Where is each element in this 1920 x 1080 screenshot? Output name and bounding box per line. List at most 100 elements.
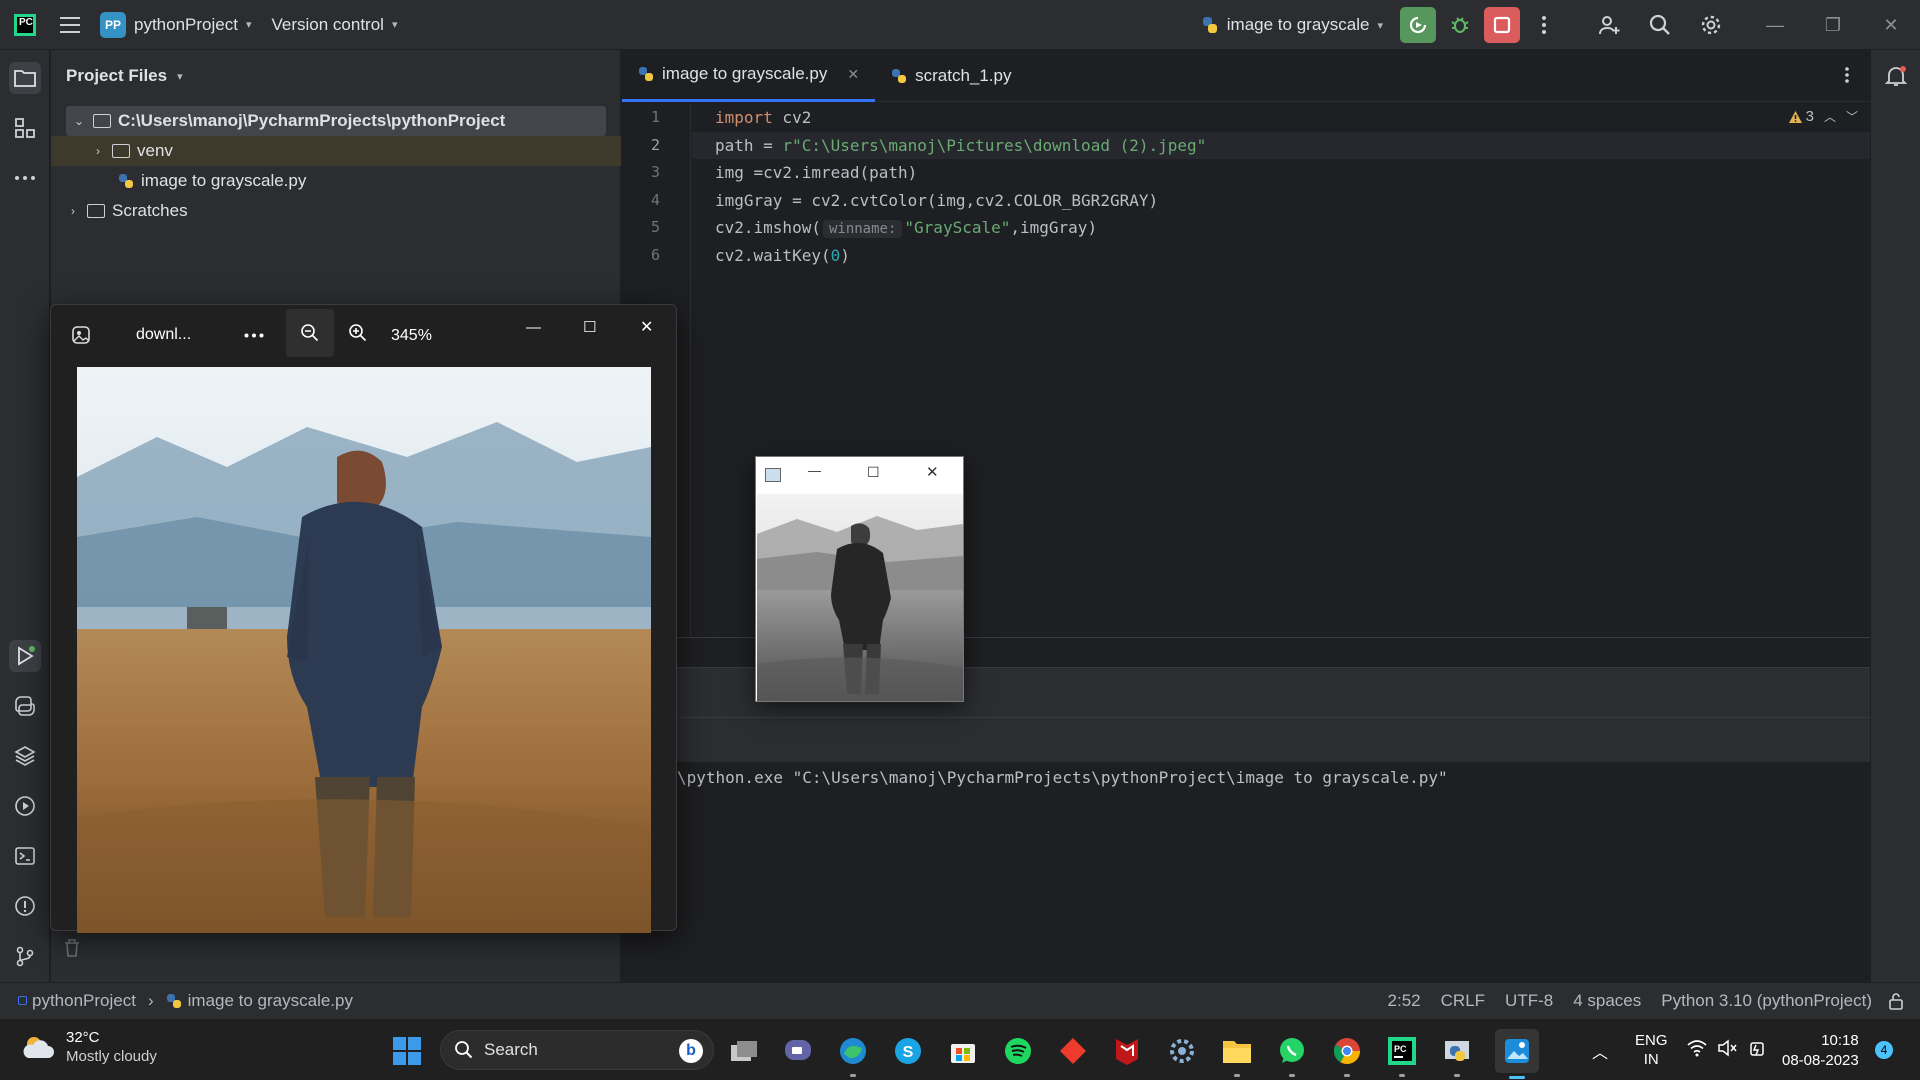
task-view-icon[interactable] bbox=[727, 1034, 761, 1068]
clock[interactable]: 10:18 08-08-2023 bbox=[1782, 1031, 1859, 1071]
code-area[interactable]: import cv2 path = r"C:\Users\manoj\Pictu… bbox=[692, 104, 1870, 269]
language-indicator[interactable]: ENG IN bbox=[1635, 1031, 1668, 1069]
python-file-icon bbox=[119, 174, 133, 188]
search-everywhere-button[interactable] bbox=[1642, 7, 1678, 43]
zoom-level[interactable]: 345% bbox=[391, 327, 432, 345]
breadcrumb-file[interactable]: image to grayscale.py bbox=[188, 991, 353, 1011]
opencv-minimize-button[interactable]: — bbox=[808, 463, 821, 478]
zoom-in-icon bbox=[349, 324, 367, 342]
tab-scratch[interactable]: scratch_1.py bbox=[875, 50, 1027, 102]
more-tools-button[interactable] bbox=[9, 162, 41, 194]
rerun-button[interactable] bbox=[1400, 7, 1436, 43]
tree-scratches-label: Scratches bbox=[112, 201, 188, 220]
run-tool-button[interactable] bbox=[9, 640, 41, 672]
minimize-button[interactable]: — bbox=[1746, 0, 1804, 50]
caret-position[interactable]: 2:52 bbox=[1378, 991, 1431, 1011]
version-control-menu[interactable]: Version control ▾ bbox=[261, 0, 407, 50]
photos-maximize-button[interactable]: ☐ bbox=[583, 318, 596, 336]
tree-file-label: image to grayscale.py bbox=[141, 171, 307, 190]
project-panel-header[interactable]: Project Files ▾ bbox=[51, 50, 620, 102]
zoom-in-button[interactable] bbox=[348, 323, 368, 343]
folder-icon bbox=[93, 114, 111, 128]
photos-taskbar-icon[interactable] bbox=[1495, 1029, 1539, 1079]
photos-more-button[interactable] bbox=[244, 333, 264, 338]
python-taskbar-icon[interactable] bbox=[1440, 1034, 1474, 1077]
problems-icon bbox=[15, 896, 35, 916]
opencv-grayscale-window: — ☐ ✕ bbox=[755, 456, 964, 702]
start-button[interactable] bbox=[390, 1034, 424, 1068]
tab-image-to-grayscale[interactable]: image to grayscale.py ✕ bbox=[622, 50, 876, 102]
anydesk-icon[interactable] bbox=[1056, 1034, 1090, 1068]
python-console-button[interactable] bbox=[9, 690, 41, 722]
trash-icon[interactable] bbox=[63, 938, 81, 958]
show-hidden-icons-button[interactable]: ︿ bbox=[1592, 1039, 1608, 1063]
zoom-out-button[interactable] bbox=[286, 309, 334, 357]
system-tray-quick-settings[interactable] bbox=[1687, 1039, 1767, 1057]
teams-chat-icon[interactable] bbox=[781, 1034, 815, 1068]
settings-button[interactable] bbox=[1693, 7, 1729, 43]
code-with-me-button[interactable] bbox=[1591, 7, 1627, 43]
debug-button[interactable] bbox=[1442, 7, 1478, 43]
services-button[interactable] bbox=[9, 790, 41, 822]
file-encoding[interactable]: UTF-8 bbox=[1495, 991, 1563, 1011]
chevron-up-icon[interactable]: ︿ bbox=[1824, 108, 1836, 125]
editor-more-button[interactable] bbox=[1844, 66, 1850, 84]
python-file-icon bbox=[892, 68, 907, 83]
notification-badge[interactable]: 4 bbox=[1875, 1041, 1893, 1059]
breadcrumb-project[interactable]: pythonProject bbox=[32, 991, 136, 1011]
taskbar-search[interactable]: Search b bbox=[440, 1030, 714, 1070]
chevron-right-icon: › bbox=[71, 204, 75, 218]
skype-icon[interactable]: S bbox=[891, 1034, 925, 1068]
gear-icon bbox=[1701, 15, 1721, 35]
file-explorer-icon[interactable] bbox=[1220, 1034, 1254, 1077]
opencv-app-icon bbox=[765, 468, 781, 482]
tree-row-root[interactable]: ⌄ C:\Users\manoj\PycharmProjects\pythonP… bbox=[66, 106, 606, 136]
parameter-hint: winname: bbox=[822, 220, 903, 238]
python-interpreter[interactable]: Python 3.10 (pythonProject) bbox=[1651, 991, 1882, 1011]
run-icon bbox=[18, 646, 35, 666]
project-tool-button[interactable] bbox=[9, 62, 41, 94]
more-actions-button[interactable] bbox=[1526, 7, 1562, 43]
python-icon bbox=[1202, 17, 1217, 33]
close-tab-icon[interactable]: ✕ bbox=[847, 66, 859, 83]
code-line-2: path = r"C:\Users\manoj\Pictures\downloa… bbox=[692, 131, 1870, 159]
run-config-selector[interactable]: image to grayscale ▾ bbox=[1191, 0, 1393, 50]
weather-widget[interactable]: 32°C Mostly cloudy bbox=[20, 1029, 157, 1065]
edge-icon[interactable] bbox=[836, 1034, 870, 1077]
python-packages-button[interactable] bbox=[9, 740, 41, 772]
line-number: 5 bbox=[650, 218, 660, 236]
run-console[interactable]: \python.exe "C:\Users\manoj\PycharmProje… bbox=[622, 762, 1870, 982]
tree-row-venv[interactable]: › venv bbox=[51, 136, 621, 166]
photos-minimize-button[interactable]: — bbox=[526, 319, 541, 336]
tree-row-file[interactable]: image to grayscale.py bbox=[118, 166, 306, 196]
region-code: IN bbox=[1643, 1051, 1659, 1068]
opencv-close-button[interactable]: ✕ bbox=[926, 463, 939, 481]
project-selector[interactable]: PP pythonProject ▾ bbox=[90, 0, 261, 50]
lock-icon[interactable] bbox=[1882, 992, 1920, 1010]
pycharm-taskbar-icon[interactable]: PC bbox=[1385, 1034, 1419, 1077]
restore-button[interactable]: ❐ bbox=[1804, 0, 1862, 50]
spotify-icon[interactable] bbox=[1001, 1034, 1035, 1068]
indent-setting[interactable]: 4 spaces bbox=[1563, 991, 1651, 1011]
tree-row-scratches[interactable]: › Scratches bbox=[66, 196, 188, 226]
settings-app-icon[interactable] bbox=[1165, 1034, 1199, 1068]
problems-button[interactable] bbox=[9, 890, 41, 922]
opencv-maximize-button[interactable]: ☐ bbox=[867, 464, 880, 481]
microsoft-store-icon[interactable] bbox=[946, 1034, 980, 1068]
python-console-icon bbox=[15, 696, 35, 716]
project-badge: PP bbox=[100, 11, 126, 38]
inspections-widget[interactable]: 3 ︿ ﹀ bbox=[1788, 108, 1858, 125]
chrome-icon[interactable] bbox=[1330, 1034, 1364, 1077]
structure-tool-button[interactable] bbox=[9, 112, 41, 144]
terminal-button[interactable] bbox=[9, 840, 41, 872]
git-button[interactable] bbox=[9, 940, 41, 972]
stop-button[interactable] bbox=[1484, 7, 1520, 43]
photos-close-button[interactable]: ✕ bbox=[640, 317, 653, 337]
whatsapp-icon[interactable] bbox=[1275, 1034, 1309, 1077]
close-button[interactable]: ✕ bbox=[1862, 0, 1920, 50]
line-separator[interactable]: CRLF bbox=[1431, 991, 1495, 1011]
main-menu-button[interactable] bbox=[52, 0, 90, 50]
chevron-down-icon[interactable]: ﹀ bbox=[1846, 108, 1858, 125]
notifications-button[interactable] bbox=[1884, 64, 1908, 88]
mcafee-icon[interactable] bbox=[1110, 1034, 1144, 1068]
